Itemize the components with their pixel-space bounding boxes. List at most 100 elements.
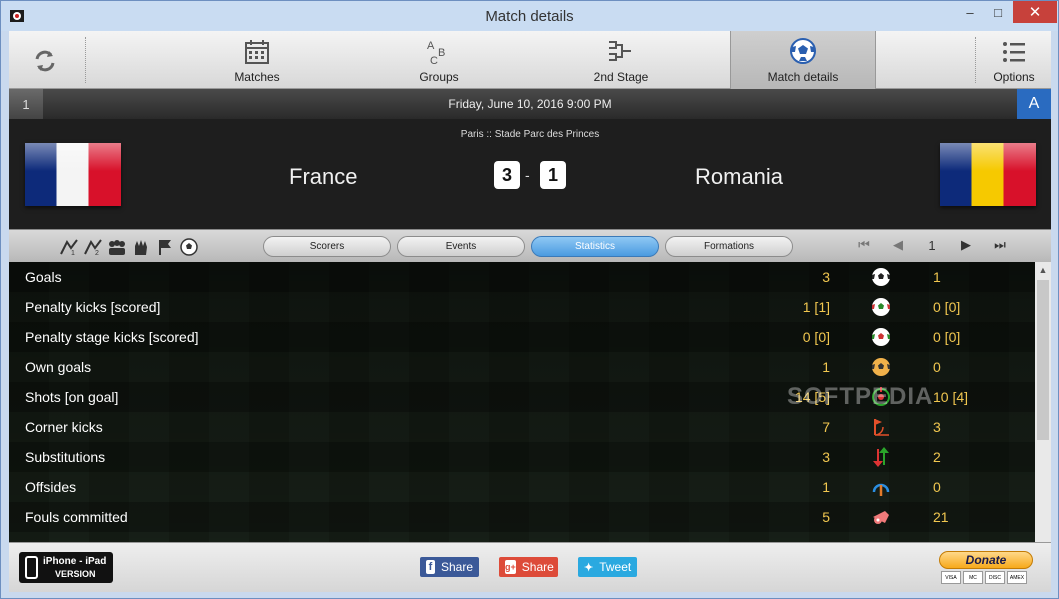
stat-home-value: 1	[822, 359, 830, 375]
stat-row-own-goals: Own goals 1 0	[9, 352, 1035, 382]
main-toolbar: Matches A B C Groups 2nd Stage Match det…	[9, 31, 1051, 89]
stat-label: Goals	[25, 269, 62, 285]
stat-home-value: 0 [0]	[802, 329, 830, 345]
soccer-ball-icon	[790, 38, 816, 64]
scroll-up-arrow-icon[interactable]: ▲	[1035, 262, 1051, 278]
stat-label: Offsides	[25, 479, 77, 495]
stat-home-value: 1	[822, 479, 830, 495]
stats-scrollbar[interactable]: ▲	[1035, 262, 1051, 542]
facebook-share-button[interactable]: f Share	[420, 557, 479, 577]
svg-text:C: C	[430, 55, 438, 65]
google-plus-share-button[interactable]: g+ Share	[499, 557, 558, 577]
stat-row-fouls: Fouls committed 5 21	[9, 502, 1035, 532]
whistle-icon	[873, 511, 889, 524]
match-date-bar: 1 Friday, June 10, 2016 9:00 PM A	[9, 89, 1051, 119]
statistics-list: Goals 3 1 Penalty kicks [scored] 1 [1] 0…	[9, 262, 1035, 542]
stat-away-value: 0	[933, 359, 941, 375]
toolbar-2nd-stage-label: 2nd Stage	[593, 70, 649, 84]
stat-away-value: 3	[933, 419, 941, 435]
scorer-team2-icon[interactable]: 2	[83, 237, 103, 257]
prev-page-button[interactable]: ◀	[881, 237, 915, 253]
calendar-icon	[245, 40, 269, 64]
groups-abc-icon: A B C	[427, 40, 445, 65]
last-page-button[interactable]: ⏭	[983, 237, 1017, 253]
stat-away-value: 1	[933, 269, 941, 285]
next-page-button[interactable]: ▶	[949, 237, 983, 253]
match-pager: ⏮ ◀ 1 ▶ ⏭	[847, 237, 1017, 253]
match-header: Paris :: Stade Parc des Princes France 3…	[9, 119, 1051, 229]
stat-home-value: 5	[822, 509, 830, 525]
payment-cards: VISA MC DISC AMEX	[941, 571, 1027, 584]
title-bar: Match details – □ ✕	[1, 1, 1058, 31]
away-score: 1	[540, 161, 566, 189]
stat-label: Substitutions	[25, 449, 106, 465]
penalty-stage-ball-icon	[872, 328, 890, 346]
tab-formations[interactable]: Formations	[665, 236, 793, 257]
main-content: Matches A B C Groups 2nd Stage Match det…	[9, 31, 1051, 592]
group-badge: A	[1017, 89, 1051, 119]
toolbar-matches[interactable]: Matches	[184, 31, 330, 89]
offside-icon	[872, 483, 890, 496]
visa-card-icon: VISA	[941, 571, 961, 584]
ball-filter-icon[interactable]	[179, 237, 199, 257]
stat-home-value: 3	[822, 449, 830, 465]
goalkeeper-glove-icon[interactable]	[131, 237, 151, 257]
toolbar-groups-label: Groups	[419, 70, 459, 84]
app-window: Match details – □ ✕ Matches A B C Groups…	[0, 0, 1059, 599]
stat-label: Penalty kicks [scored]	[25, 299, 161, 315]
away-team-name: Romania	[695, 164, 784, 189]
toolbar-match-details-label: Match details	[767, 70, 839, 84]
refresh-button[interactable]	[23, 41, 67, 81]
donate-widget: Donate VISA MC DISC AMEX	[939, 551, 1033, 585]
minimize-button[interactable]: –	[957, 1, 983, 23]
first-page-button[interactable]: ⏮	[847, 237, 881, 253]
twitter-bird-icon: ✦	[584, 561, 594, 574]
toolbar-options[interactable]: Options	[977, 31, 1051, 89]
stat-away-value: 2	[933, 449, 941, 465]
close-button[interactable]: ✕	[1013, 1, 1057, 23]
svg-text:2: 2	[95, 250, 99, 256]
tweet-label: Tweet	[599, 560, 632, 574]
stat-away-value: 21	[933, 509, 949, 525]
facebook-icon: f	[426, 560, 435, 574]
corner-flag-filter-icon[interactable]	[155, 237, 175, 257]
scroll-thumb[interactable]	[1037, 280, 1049, 440]
team-players-icon[interactable]	[107, 237, 127, 257]
tab-statistics[interactable]: Statistics	[531, 236, 659, 257]
stat-row-goals: Goals 3 1	[9, 262, 1035, 292]
toolbar-2nd-stage[interactable]: 2nd Stage	[548, 31, 694, 89]
donate-button[interactable]: Donate	[939, 551, 1033, 569]
toolbar-separator	[975, 37, 976, 83]
stat-home-value: 3	[822, 269, 830, 285]
mastercard-icon: MC	[963, 571, 983, 584]
match-date: Friday, June 10, 2016 9:00 PM	[448, 97, 612, 111]
home-team-flag	[25, 143, 121, 206]
stat-home-value: 1 [1]	[802, 299, 830, 315]
scorer-team1-icon[interactable]: 1	[59, 237, 79, 257]
toolbar-match-details[interactable]: Match details	[730, 31, 876, 89]
tab-scorers[interactable]: Scorers	[263, 236, 391, 257]
google-share-label: Share	[521, 560, 554, 574]
iphone-ipad-version-badge[interactable]: iPhone - iPad VERSION	[19, 552, 113, 583]
footer-bar: iPhone - iPad VERSION f Share g+ Share ✦…	[9, 542, 1051, 592]
refresh-icon	[35, 50, 55, 72]
toolbar-matches-label: Matches	[234, 70, 280, 84]
facebook-share-label: Share	[440, 560, 473, 574]
svg-text:B: B	[438, 47, 445, 59]
tab-events[interactable]: Events	[397, 236, 525, 257]
toolbar-groups[interactable]: A B C Groups	[366, 31, 512, 89]
twitter-tweet-button[interactable]: ✦ Tweet	[578, 557, 637, 577]
toolbar-options-label: Options	[993, 70, 1035, 84]
maximize-button[interactable]: □	[985, 1, 1011, 23]
toolbar-separator	[85, 37, 86, 83]
own-goal-ball-icon	[872, 358, 890, 376]
stat-label: Corner kicks	[25, 419, 103, 435]
stat-label: Penalty stage kicks [scored]	[25, 329, 199, 345]
page-number[interactable]: 1	[915, 238, 949, 253]
stat-label: Own goals	[25, 359, 92, 375]
stat-row-penalty-kicks: Penalty kicks [scored] 1 [1] 0 [0]	[9, 292, 1035, 322]
substitution-arrows-icon	[873, 447, 889, 467]
stat-row-offsides: Offsides 1 0	[9, 472, 1035, 502]
away-team-flag	[940, 143, 1036, 206]
iphone-label: iPhone - iPad	[43, 556, 107, 567]
